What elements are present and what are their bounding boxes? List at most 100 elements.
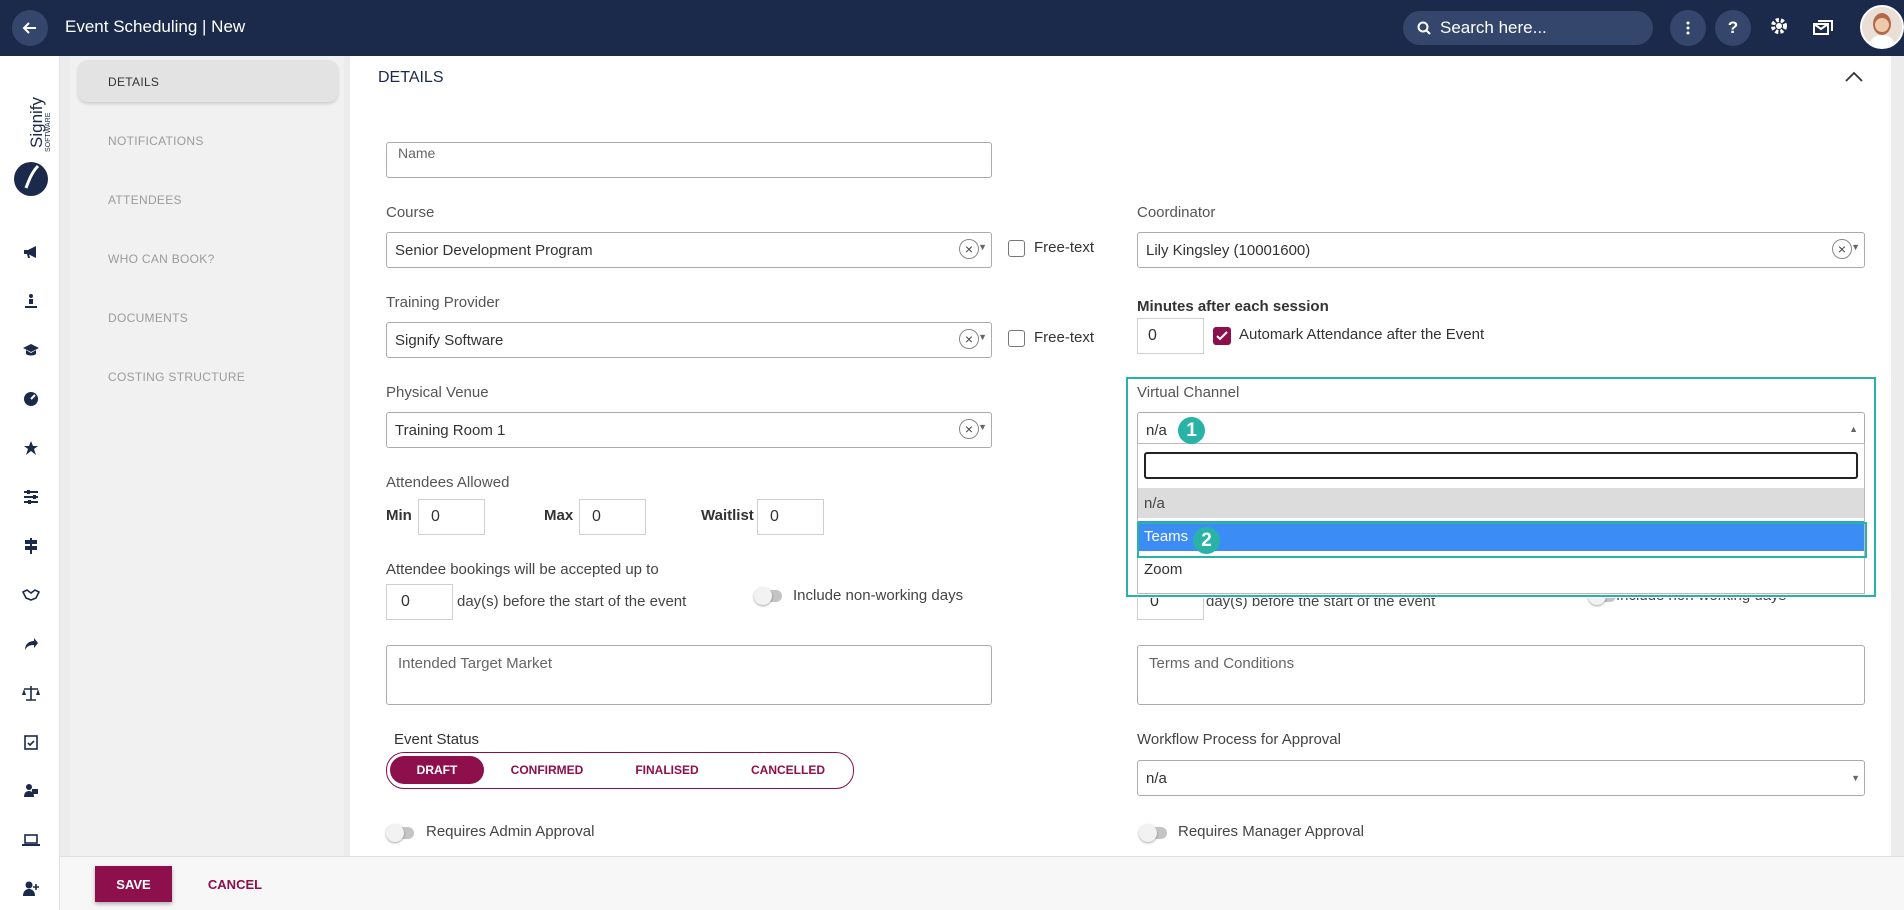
section-nav-item-details[interactable]: DETAILS (108, 75, 159, 89)
workflow-label: Workflow Process for Approval (1137, 731, 1341, 748)
cancel-button[interactable]: CANCEL (206, 866, 264, 902)
step-highlight-outline (1126, 377, 1876, 597)
top-bar: Event Scheduling | New Search here... ? (0, 0, 1904, 56)
scales-icon[interactable] (20, 682, 42, 704)
more-options-button[interactable] (1670, 10, 1706, 46)
course-select[interactable]: Senior Development Program × ▼ (386, 232, 992, 268)
physical-venue-select[interactable]: Training Room 1 × ▼ (386, 412, 992, 448)
section-nav-item-who-can-book[interactable]: WHO CAN BOOK? (108, 252, 215, 266)
arrow-left-icon (22, 22, 36, 34)
clear-training-provider-icon[interactable]: × (959, 329, 979, 349)
footer-bar (60, 856, 1904, 910)
workflow-value: n/a (1146, 769, 1167, 787)
include-nonworking-label: Include non-working days (793, 587, 964, 604)
min-input[interactable]: 0 (418, 499, 485, 535)
coordinator-select[interactable]: Lily Kingsley (10001600) × ▼ (1137, 232, 1865, 268)
include-nonworking-toggle[interactable] (754, 587, 786, 605)
step-badge-1: 1 (1178, 417, 1205, 444)
handshake-icon[interactable] (20, 584, 42, 606)
section-nav (70, 56, 344, 856)
save-button[interactable]: SAVE (95, 866, 172, 902)
search-icon (1417, 21, 1431, 35)
collapse-chevron-up-icon[interactable] (1845, 70, 1863, 88)
section-nav-item-attendees[interactable]: ATTENDEES (108, 193, 182, 207)
max-label: Max (544, 507, 574, 524)
target-market-placeholder: Intended Target Market (398, 655, 552, 672)
physical-venue-value: Training Room 1 (395, 421, 506, 439)
graduation-cap-icon[interactable] (20, 339, 42, 361)
presenter-icon[interactable] (20, 290, 42, 312)
target-market-textarea[interactable]: Intended Target Market (386, 645, 992, 705)
avatar[interactable] (1860, 5, 1904, 49)
clear-coordinator-icon[interactable]: × (1832, 239, 1852, 259)
star-icon[interactable] (20, 437, 42, 459)
status-draft-button[interactable]: DRAFT (390, 756, 484, 784)
waitlist-label: Waitlist (701, 507, 754, 524)
signify-logo: Signify SOFTWARE (10, 88, 52, 198)
status-cancelled-button[interactable]: CANCELLED (741, 756, 835, 784)
section-nav-item-notifications[interactable]: NOTIFICATIONS (108, 134, 204, 148)
automark-checkbox[interactable] (1213, 327, 1231, 345)
coordinator-label: Coordinator (1137, 204, 1216, 221)
clear-venue-icon[interactable]: × (959, 419, 979, 439)
checkmark-icon (1216, 331, 1228, 341)
section-nav-item-costing-structure[interactable]: COSTING STRUCTURE (108, 370, 245, 384)
minutes-label: Minutes after each session (1137, 298, 1329, 315)
terms-textarea[interactable]: Terms and Conditions (1137, 645, 1865, 705)
name-placeholder: Name (398, 145, 436, 161)
caret-down-icon: ▼ (978, 422, 987, 432)
section-title: DETAILS (378, 69, 444, 86)
status-confirmed-button[interactable]: CONFIRMED (500, 756, 594, 784)
admin-approval-toggle[interactable] (386, 824, 418, 842)
status-finalised-button[interactable]: FINALISED (620, 756, 714, 784)
section-nav-item-documents[interactable]: DOCUMENTS (108, 311, 188, 325)
event-status-label: Event Status (394, 731, 480, 748)
svg-text:SOFTWARE: SOFTWARE (45, 112, 52, 152)
training-provider-select[interactable]: Signify Software × ▼ (386, 322, 992, 358)
svg-text:Signify: Signify (27, 96, 46, 148)
min-label: Min (386, 507, 412, 524)
admin-approval-label: Requires Admin Approval (426, 823, 595, 840)
days-before-label: day(s) before the start of the event (457, 593, 687, 610)
waitlist-input[interactable]: 0 (757, 499, 824, 535)
clear-course-icon[interactable]: × (959, 239, 979, 259)
sliders-icon[interactable] (20, 486, 42, 508)
kebab-icon (1686, 21, 1690, 35)
terms-placeholder: Terms and Conditions (1149, 655, 1295, 672)
coordinator-value: Lily Kingsley (10001600) (1146, 241, 1311, 259)
step-badge-2: 2 (1193, 527, 1220, 554)
course-free-text-checkbox[interactable] (1008, 240, 1025, 257)
search-placeholder: Search here... (1440, 18, 1547, 37)
laptop-icon[interactable] (20, 829, 42, 851)
teams-highlight-outline (1137, 522, 1867, 558)
manager-approval-label: Requires Manager Approval (1178, 823, 1364, 840)
bookings-days-input[interactable]: 0 (386, 584, 453, 620)
share-icon[interactable] (20, 633, 42, 655)
training-provider-value: Signify Software (395, 331, 504, 349)
provider-free-text-label: Free-text (1034, 329, 1095, 346)
search-input[interactable]: Search here... (1403, 11, 1653, 45)
course-label: Course (386, 204, 435, 221)
help-button[interactable]: ? (1715, 10, 1751, 46)
signpost-icon[interactable] (20, 535, 42, 557)
physical-venue-label: Physical Venue (386, 384, 489, 401)
back-button[interactable] (12, 10, 48, 46)
mail-icon[interactable] (1812, 16, 1834, 41)
user-board-icon[interactable] (20, 780, 42, 802)
minutes-input[interactable]: 0 (1137, 318, 1204, 354)
gear-icon[interactable] (1769, 16, 1789, 41)
dashboard-icon[interactable] (20, 388, 42, 410)
caret-down-icon: ▼ (978, 332, 987, 342)
workflow-select[interactable]: n/a ▼ (1137, 760, 1865, 796)
manager-approval-toggle[interactable] (1139, 824, 1171, 842)
megaphone-icon[interactable] (20, 241, 42, 263)
calendar-check-icon[interactable] (20, 731, 42, 753)
add-user-icon[interactable] (20, 878, 42, 900)
provider-free-text-checkbox[interactable] (1008, 330, 1025, 347)
bookings-label: Attendee bookings will be accepted up to (386, 561, 659, 578)
max-input[interactable]: 0 (579, 499, 646, 535)
name-field[interactable]: Name (386, 142, 992, 178)
left-rail: Signify SOFTWARE (0, 56, 60, 910)
page-title: Event Scheduling | New (65, 17, 246, 36)
course-free-text-label: Free-text (1034, 239, 1095, 256)
